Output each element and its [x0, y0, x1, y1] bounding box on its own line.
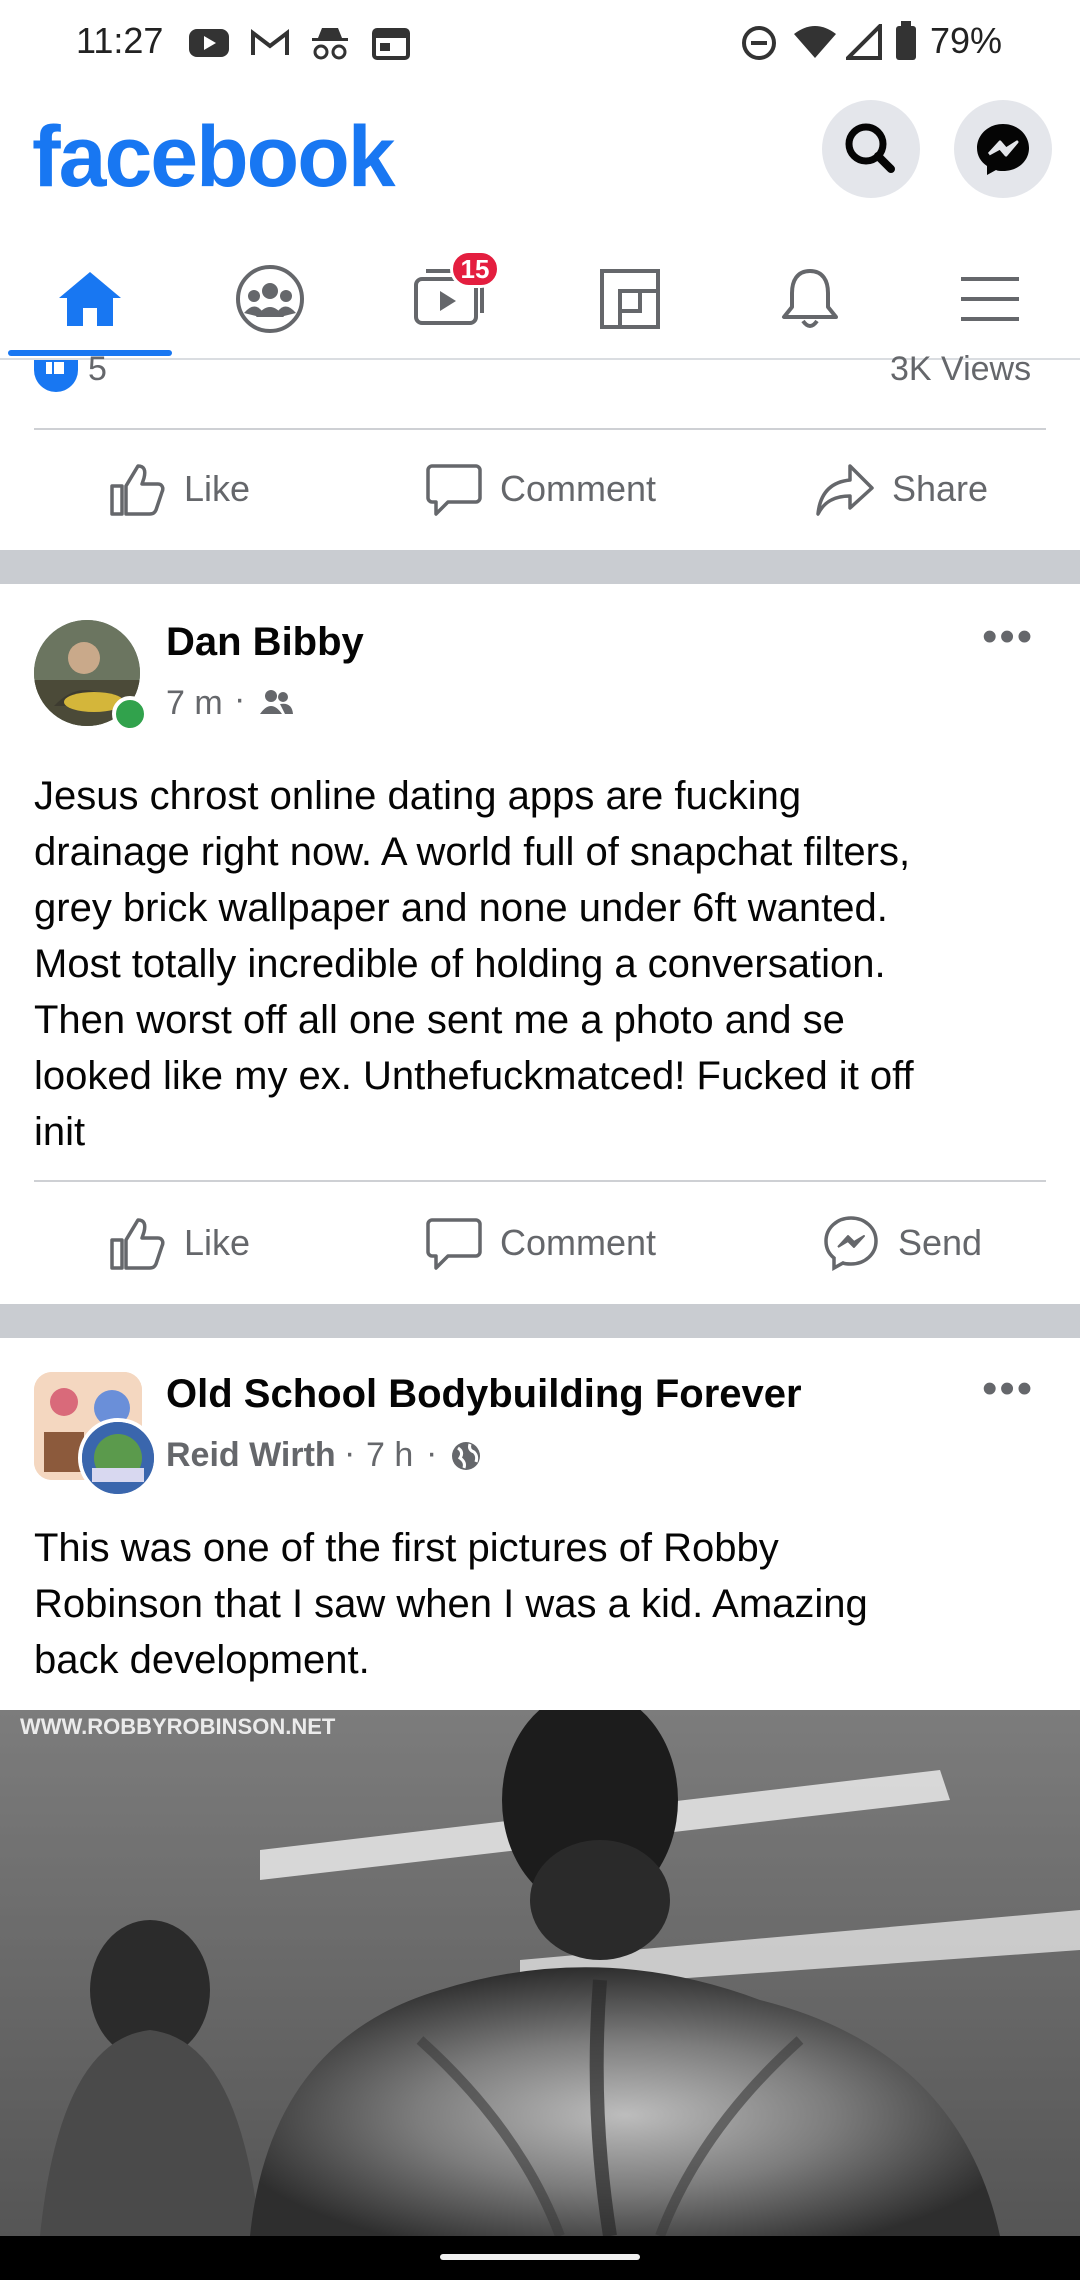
globe-icon: [452, 1442, 480, 1470]
tab-bar: [0, 240, 1080, 360]
divider: [34, 428, 1046, 430]
status-bar: 11:27 79%: [0, 0, 1080, 88]
post-image[interactable]: WWW.ROBBYROBINSON.NET: [0, 1710, 1080, 2236]
post-text-line: Then worst off all one sent me a photo a…: [34, 998, 845, 1042]
do-not-disturb-icon: [742, 26, 776, 60]
status-time: 11:27: [76, 20, 164, 61]
group-name[interactable]: Old School Bodybuilding Forever: [166, 1372, 802, 1417]
post-text-line: looked like my ex. Unthefuckmatced! Fuck…: [34, 1054, 914, 1098]
gmail-icon: [251, 28, 289, 55]
watch-badge: 15: [450, 250, 500, 288]
wifi-icon: [794, 26, 836, 58]
tab-home[interactable]: [0, 240, 180, 358]
like-button[interactable]: Like: [108, 1214, 250, 1272]
tab-notifications[interactable]: [720, 240, 900, 358]
battery-percent: 79%: [930, 20, 1003, 61]
view-count[interactable]: 3K Views: [890, 350, 1031, 389]
messenger-button[interactable]: [954, 100, 1052, 198]
signal-icon: [846, 24, 882, 60]
post-text: This was one of the first pictures of Ro…: [34, 1520, 1054, 1688]
post-text-line: This was one of the first pictures of Ro…: [34, 1526, 779, 1570]
share-label: Share: [892, 468, 989, 509]
feed-separator: [0, 550, 1080, 584]
comment-label: Comment: [500, 1222, 657, 1263]
post-time[interactable]: 7 m: [166, 684, 223, 723]
send-button[interactable]: Send: [822, 1214, 982, 1272]
marketplace-icon: [600, 269, 660, 329]
incognito-icon: [312, 28, 348, 60]
tab-marketplace[interactable]: [540, 240, 720, 358]
home-gesture-handle[interactable]: [440, 2254, 640, 2260]
messenger-icon: [977, 124, 1029, 175]
tab-menu[interactable]: [900, 240, 1080, 358]
like-reaction-icon: [34, 360, 78, 392]
share-icon: [816, 464, 874, 516]
calendar-icon: [372, 28, 410, 60]
post-text-line: init: [34, 1110, 86, 1154]
post-time[interactable]: 7 h: [366, 1436, 413, 1475]
post-text-line: Jesus chrost online dating apps are fuck…: [34, 774, 802, 818]
home-icon: [59, 272, 121, 326]
divider: [34, 1180, 1046, 1182]
search-button[interactable]: [822, 100, 920, 198]
more-options-button[interactable]: •••: [982, 612, 1034, 662]
youtube-icon: [189, 29, 229, 57]
online-indicator: [112, 696, 148, 732]
post-text-line: drainage right now. A world full of snap…: [34, 830, 911, 874]
post-text-line: back development.: [34, 1638, 370, 1682]
comment-icon: [426, 464, 482, 516]
battery-icon: [896, 21, 916, 60]
tab-watch[interactable]: [360, 240, 540, 358]
post-author[interactable]: Dan Bibby: [166, 620, 364, 665]
bell-icon: [782, 269, 838, 328]
image-watermark: WWW.ROBBYROBINSON.NET: [20, 1714, 336, 1739]
send-label: Send: [898, 1222, 983, 1263]
thumbs-up-icon: [110, 464, 165, 516]
meta-dot: ·: [426, 1434, 438, 1472]
reaction-count[interactable]: 5: [88, 350, 107, 389]
system-nav-bar: [0, 2236, 1080, 2280]
hamburger-icon: [961, 277, 1019, 321]
share-button[interactable]: Share: [816, 460, 988, 518]
author-avatar[interactable]: [78, 1418, 158, 1498]
post-text-line: grey brick wallpaper and none under 6ft …: [34, 886, 888, 930]
meta-dot: ·: [234, 680, 246, 718]
comment-icon: [426, 1218, 482, 1270]
author-photo: [82, 1422, 154, 1494]
post-author[interactable]: Reid Wirth: [166, 1436, 336, 1475]
like-label: Like: [184, 1222, 251, 1263]
more-options-button[interactable]: •••: [982, 1364, 1034, 1414]
search-icon: [845, 123, 895, 173]
like-label: Like: [184, 468, 251, 509]
thumbs-up-icon: [110, 1218, 165, 1270]
friends-icon: [260, 690, 293, 714]
tab-groups[interactable]: [180, 240, 360, 358]
comment-label: Comment: [500, 468, 657, 509]
feed-separator: [0, 1304, 1080, 1338]
post-text: Jesus chrost online dating apps are fuck…: [34, 768, 1054, 1160]
messenger-send-icon: [824, 1216, 878, 1271]
comment-button[interactable]: Comment: [426, 460, 656, 518]
post-text-line: Robinson that I saw when I was a kid. Am…: [34, 1582, 868, 1626]
like-button[interactable]: Like: [108, 460, 250, 518]
bodybuilder-photo: [0, 1710, 1080, 2236]
post-text-line: Most totally incredible of holding a con…: [34, 942, 886, 986]
comment-button[interactable]: Comment: [426, 1214, 656, 1272]
meta-dot: ·: [344, 1434, 356, 1472]
facebook-logo[interactable]: facebook: [32, 108, 396, 207]
groups-icon: [236, 265, 304, 333]
